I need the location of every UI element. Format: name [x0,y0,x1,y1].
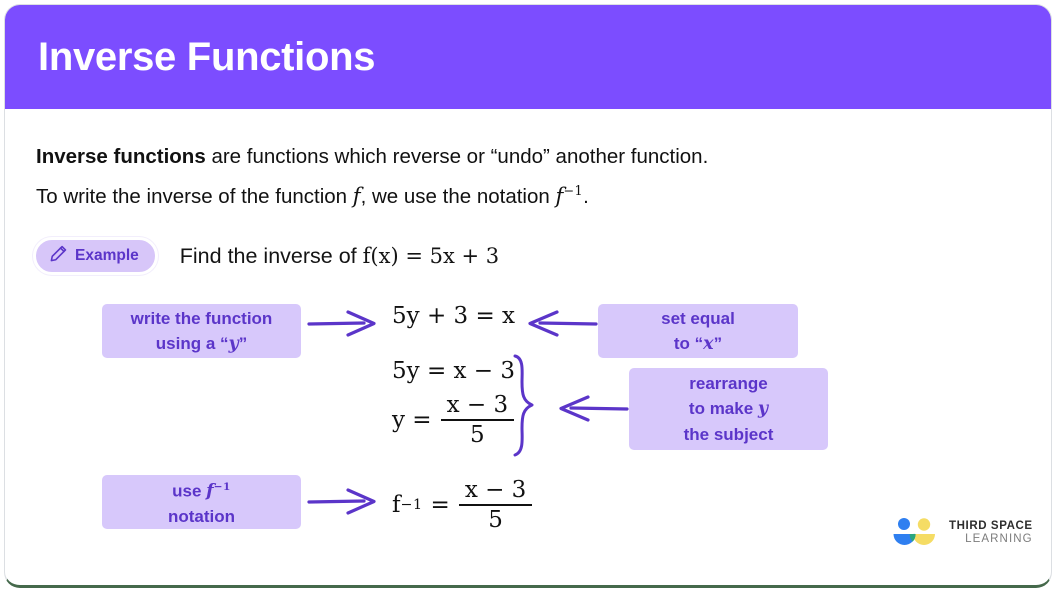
note-write-line2-b: ” [238,333,248,353]
note-write-line2-a: using a “ [155,333,229,353]
note-notation-math-f: f [206,481,214,502]
equation-3-denominator: 5 [470,421,485,448]
equation-3-lhs: y = [392,407,432,434]
note-rearrange-line3: the subject [683,425,774,444]
equation-4-numerator: x − 3 [464,477,527,503]
equation-3: y = x − 3 5 [392,392,515,448]
equation-4-fraction: x − 3 5 [458,477,533,533]
note-setequal-math-x: x [703,333,714,354]
note-rearrange-line2: to make y [689,396,768,422]
equation-3-numerator: x − 3 [446,392,509,418]
note-setequal-line1: set equal [661,308,735,328]
equation-4-denominator: 5 [488,506,503,533]
note-rearrange: rearrange to make y the subject [629,368,828,450]
slide-card: Inverse Functions Inverse functions are … [0,0,1056,600]
arrow-right-write-function [307,310,376,337]
note-write-function: write the function using a “y” [102,304,301,358]
equation-4: f −1 = x − 3 5 [392,477,533,533]
note-write-line2: using a “y” [156,331,247,357]
brand-logo-text: THIRD SPACE LEARNING [949,520,1033,545]
equation-4-exponent: −1 [400,497,423,514]
brand-name-line2: LEARNING [965,532,1033,545]
arrow-right-use-notation [307,488,376,515]
note-setequal-line2-b: ” [713,333,723,353]
note-set-equal: set equal to “x” [598,304,798,358]
note-write-line1: write the function [130,308,273,328]
third-space-learning-mark [893,518,935,545]
brand-logo: THIRD SPACE LEARNING [893,517,1033,548]
equation-4-equals: = [430,492,450,519]
note-notation-exponent: −1 [213,480,231,493]
arrow-left-set-equal [528,310,598,337]
equation-3-fraction: x − 3 5 [440,392,515,448]
note-use-notation: use f−1 notation [102,475,301,529]
equation-4-lhs: f [392,492,401,519]
note-notation-line1-a: use [172,481,207,501]
brand-name-line1: THIRD SPACE [949,519,1033,532]
arrow-left-rearrange [559,395,629,422]
equation-1: 5y + 3 = x [392,303,516,329]
note-notation-line2: notation [167,507,236,527]
worked-example-diagram: write the function using a “y” set equal… [0,0,1056,600]
note-rearrange-line1: rearrange [689,374,768,393]
note-setequal-line2: to “x” [674,331,722,357]
note-notation-line1: use f−1 [172,475,231,505]
grouping-brace [513,354,534,457]
note-setequal-line2-a: to “ [673,333,704,353]
note-write-math-y: y [228,333,239,354]
note-rearrange-line2-a: to make [688,399,758,418]
note-rearrange-math-y: y [757,399,769,419]
equation-2: 5y = x − 3 [392,358,516,384]
